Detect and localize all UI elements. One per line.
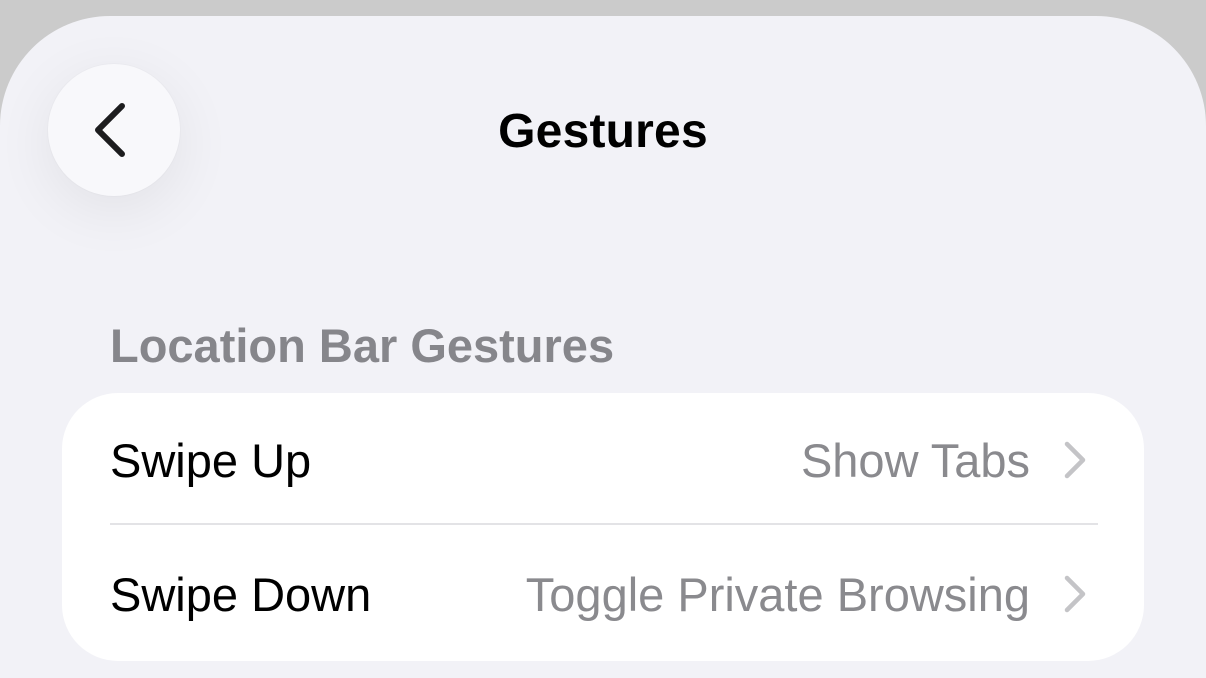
settings-screen: Gestures Location Bar Gestures Swipe Up … — [0, 16, 1206, 678]
row-value: Toggle Private Browsing — [525, 567, 1030, 621]
swipe-down-row[interactable]: Swipe Down Toggle Private Browsing — [62, 527, 1144, 661]
chevron-right-icon — [1064, 575, 1086, 613]
row-label: Swipe Down — [110, 567, 372, 621]
section-header: Location Bar Gestures — [110, 319, 615, 372]
settings-group: Swipe Up Show Tabs Swipe Down Toggle Pri… — [62, 393, 1144, 661]
row-label: Swipe Up — [110, 433, 312, 487]
chevron-right-icon — [1064, 441, 1086, 479]
swipe-up-row[interactable]: Swipe Up Show Tabs — [62, 393, 1144, 527]
navigation-bar: Gestures — [0, 16, 1206, 246]
row-divider — [110, 523, 1098, 525]
page-title: Gestures — [498, 105, 708, 158]
row-value: Show Tabs — [800, 433, 1030, 487]
